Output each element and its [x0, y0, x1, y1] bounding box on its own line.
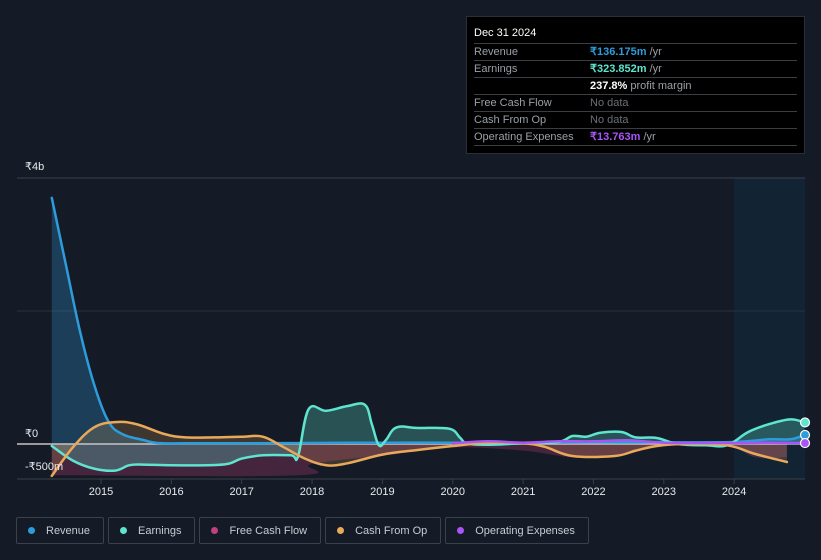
tooltip-row-value: ₹136.175m [590, 46, 647, 58]
tooltip-row-unit: /yr [646, 46, 662, 58]
tooltip-row-label: Earnings [474, 63, 518, 75]
line-revenue [50, 196, 806, 445]
area-revenue [51, 197, 805, 444]
legend-label: Earnings [138, 524, 182, 537]
x-axis-ticks: 2015 2016 2017 2018 2019 2020 2021 2022 2023 2024 [89, 479, 746, 498]
x-tick-label: 2024 [722, 486, 746, 498]
legend-item-cash-from-op[interactable]: Cash From Op [325, 517, 442, 544]
x-tick-label: 2023 [652, 486, 676, 498]
tooltip-panel: Dec 31 2024 Revenue ₹136.175m /yr Earnings… [466, 16, 805, 154]
tooltip-row-unit: /yr [640, 131, 656, 143]
x-tick-label: 2015 [89, 486, 113, 498]
x-tick-label: 2017 [229, 486, 253, 498]
tooltip-date: Dec 31 2024 [474, 25, 797, 44]
legend-label: Revenue [46, 524, 91, 537]
tooltip-row-value: ₹13.763m [590, 131, 641, 143]
legend-dot-icon [120, 527, 128, 534]
legend-item-operating-expenses[interactable]: Operating Expenses [445, 517, 589, 544]
tooltip-row-value: No data [590, 114, 629, 126]
end-dot-operating-expenses [799, 437, 811, 449]
legend-label: Operating Expenses [475, 524, 575, 537]
x-tick-label: 2018 [300, 486, 324, 498]
tooltip-row-label: Free Cash Flow [474, 97, 552, 109]
x-tick-label: 2022 [581, 486, 605, 498]
tooltip-row: Revenue ₹136.175m /yr [474, 44, 797, 61]
end-dot-earnings [799, 417, 811, 428]
legend-dot-icon [211, 527, 219, 534]
legend: Revenue Earnings Free Cash Flow Cash From O… [16, 517, 589, 544]
tooltip-row-label: Revenue [474, 46, 519, 58]
y-tick-label: -₹500m [25, 461, 63, 473]
tooltip-row: Free Cash Flow No data [474, 95, 797, 112]
tooltip-row: Operating Expenses ₹13.763m /yr [474, 129, 797, 146]
legend-item-free-cash-flow[interactable]: Free Cash Flow [199, 517, 322, 544]
tooltip-row: Earnings ₹323.852m /yr [474, 61, 797, 78]
legend-label: Free Cash Flow [229, 524, 308, 537]
tooltip-row-unit: /yr [646, 63, 662, 75]
tooltip-row: Cash From Op No data [474, 112, 797, 129]
y-tick-label: ₹4b [25, 161, 44, 173]
tooltip-row-label [474, 78, 590, 94]
tooltip-row-unit: profit margin [627, 80, 692, 92]
legend-item-earnings[interactable]: Earnings [108, 517, 196, 544]
y-tick-label: ₹0 [25, 428, 38, 440]
x-tick-label: 2019 [370, 486, 394, 498]
tooltip-row: 237.8% profit margin [474, 78, 797, 95]
legend-item-revenue[interactable]: Revenue [16, 517, 105, 544]
tooltip-row-label: Cash From Op [474, 114, 547, 126]
tooltip-row-value: 237.8% [590, 80, 628, 92]
tooltip-row-label: Operating Expenses [474, 131, 574, 143]
x-tick-label: 2020 [441, 486, 465, 498]
tooltip-row-value: ₹323.852m [590, 63, 647, 75]
x-tick-label: 2021 [511, 486, 535, 498]
series-end-dots [799, 417, 811, 449]
legend-dot-icon [337, 527, 345, 534]
x-tick-label: 2016 [159, 486, 183, 498]
tooltip-row-value: No data [590, 97, 629, 109]
legend-label: Cash From Op [355, 524, 428, 537]
legend-dot-icon [28, 527, 35, 534]
legend-dot-icon [457, 527, 465, 534]
